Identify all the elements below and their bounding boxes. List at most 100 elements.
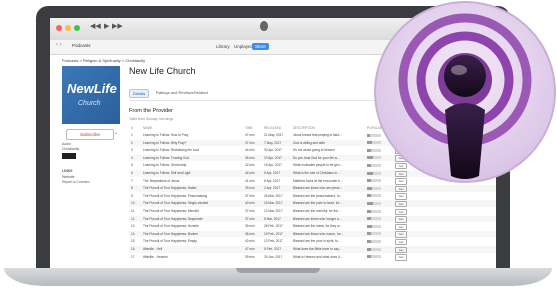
artwork-line1: NewLife — [67, 81, 117, 96]
episode-time: 44 min — [245, 171, 255, 175]
episode-time: 40 min — [245, 239, 255, 244]
table-row[interactable]: 11 The Pursuit of True Happiness: Mercifu… — [129, 208, 496, 215]
episode-time: 47 min — [245, 140, 255, 145]
episode-released: 5 Feb, 2017 — [264, 247, 282, 251]
episode-description: Jesus knows that praying is hard... — [293, 133, 342, 137]
table-row[interactable]: 13 The Pursuit of True Happiness: Humble 3… — [129, 223, 496, 231]
table-row[interactable]: 15 The Pursuit of True Happiness: Empty 40… — [129, 238, 496, 246]
episode-description: God is willing and able — [293, 140, 325, 145]
minimize-button[interactable] — [65, 25, 71, 31]
episode-released: 7 May, 2017 — [264, 140, 282, 145]
podcast-artwork: NewLife Church — [62, 66, 120, 124]
col-description[interactable]: DESCRIPTION — [293, 126, 315, 130]
episode-description: Matthew looks at the encounter b... — [293, 178, 343, 183]
get-button[interactable]: Get — [395, 216, 407, 223]
table-row[interactable]: 17 Afterlife - Heaven 39 min 29 Jan, 2017 Wh… — [129, 254, 496, 261]
rewind-icon[interactable]: ◀◀ — [90, 22, 101, 30]
breadcrumb[interactable]: Podcasts > Religion & Spirituality > Chr… — [62, 58, 145, 63]
get-button[interactable]: Get — [395, 238, 407, 246]
table-row[interactable]: 9 The Pursuit of True Happiness: Peacemak… — [129, 193, 496, 200]
episode-number: 10 — [131, 201, 135, 206]
episode-time: 37 min — [245, 193, 255, 198]
episode-number: 6 — [131, 171, 133, 175]
episode-name: The Pursuit of True Happiness: Merciful — [143, 209, 199, 213]
laptop-notch — [236, 268, 320, 273]
get-button[interactable]: Get — [395, 246, 407, 253]
artwork-line2: Church — [78, 100, 101, 107]
episode-name: Learning to Follow: Generosity — [143, 163, 187, 168]
episode-number: 1 — [131, 133, 133, 137]
episode-released: 5 Mar, 2017 — [264, 216, 281, 221]
episode-released: 29 Jan, 2017 — [264, 254, 283, 259]
episode-number: 2 — [131, 140, 133, 145]
tab-library[interactable]: Library — [213, 43, 233, 50]
col-num[interactable]: # — [131, 126, 133, 130]
close-button[interactable] — [56, 25, 62, 31]
episode-number: 7 — [131, 178, 133, 183]
episode-name: The Pursuit of True Happiness: Hated — [143, 186, 197, 191]
episode-description: What does the Bible have to say... — [293, 247, 342, 251]
episode-name: Learning to Follow: How to Pray — [143, 133, 189, 137]
episode-name: The Pursuit of True Happiness: Empty — [143, 239, 197, 244]
episode-description: Blessed are the poor in spirit, fo... — [293, 239, 341, 244]
episode-time: 39 min — [245, 186, 255, 191]
popularity-bar — [367, 224, 381, 228]
get-button[interactable]: Get — [395, 200, 407, 208]
episode-released: 2 Apr, 2017 — [264, 186, 281, 191]
episode-time: 36 min — [245, 231, 255, 236]
episode-released: 21 May, 2017 — [264, 133, 284, 137]
episode-time: 41 min — [245, 178, 255, 183]
zoom-button[interactable] — [74, 25, 80, 31]
episode-description: Blessed are the merciful, for the... — [293, 209, 341, 213]
get-button[interactable]: Get — [395, 223, 407, 231]
episode-name: Learning to Follow: Trusting God — [143, 155, 190, 160]
tab-details[interactable]: Details — [129, 89, 150, 98]
get-button[interactable]: Get — [395, 208, 407, 215]
popularity-bar — [367, 247, 381, 251]
episode-number: 15 — [131, 239, 135, 244]
tab-store[interactable]: Store — [252, 43, 269, 50]
episode-time: 47 min — [245, 247, 255, 251]
col-time[interactable]: TIME — [245, 126, 253, 130]
tab-related[interactable]: Related — [191, 89, 211, 96]
get-button[interactable]: Get — [395, 185, 407, 193]
episode-time: 47 min — [245, 133, 255, 137]
apple-icon — [260, 21, 268, 31]
get-button[interactable]: Get — [395, 231, 407, 238]
table-row[interactable]: 8 The Pursuit of True Happiness: Hated 39 … — [129, 185, 496, 193]
get-button[interactable]: Get — [395, 193, 407, 200]
section-subtitle: Talks from Sunday mornings — [129, 117, 174, 121]
episode-name: Learning to Follow: Self and Light — [143, 171, 191, 175]
table-row[interactable]: 10 The Pursuit of True Happiness: Single-… — [129, 200, 496, 208]
episode-name: The Pursuit of True Happiness: Desperate — [143, 216, 203, 221]
episode-released: 9 Apr, 2017 — [264, 171, 281, 175]
episode-description: It's not about going to heaven — [293, 148, 335, 153]
episode-description: What is Heaven and what does it... — [293, 254, 343, 259]
episode-released: 12 Mar, 2017 — [264, 209, 283, 213]
col-name[interactable]: NAME — [143, 126, 152, 130]
episode-description: Blessed are those who hunger a... — [293, 216, 342, 221]
fastforward-icon[interactable]: ▶▶ — [112, 22, 123, 30]
episode-name: The Pursuit of True Happiness: Humble — [143, 224, 199, 229]
table-row[interactable]: 12 The Pursuit of True Happiness: Despera… — [129, 215, 496, 223]
episode-number: 16 — [131, 247, 135, 251]
episode-name: The Pursuit of True Happiness: Peacemaki… — [143, 193, 208, 198]
episode-description: Blessed are those who mourn, for... — [293, 231, 344, 236]
media-selector[interactable]: Podcasts — [72, 43, 91, 48]
popularity-bar — [367, 194, 381, 198]
popularity-bar — [367, 209, 381, 213]
table-row[interactable]: 16 Afterlife - Hell 47 min 5 Feb, 2017 What … — [129, 246, 496, 253]
get-button[interactable]: Get — [395, 254, 407, 261]
back-icon[interactable]: ‹ › — [56, 42, 62, 48]
col-released[interactable]: RELEASED — [264, 126, 281, 130]
table-row[interactable]: 14 The Pursuit of True Happiness: Broken 3… — [129, 230, 496, 238]
episode-time: 37 min — [245, 209, 255, 213]
episode-number: 13 — [131, 224, 135, 229]
episode-name: Afterlife - Heaven — [143, 254, 168, 259]
play-icon[interactable]: ▶ — [104, 22, 109, 30]
episode-name: Afterlife - Hell — [143, 247, 163, 251]
popularity-bar — [367, 232, 381, 236]
episode-time: 39 min — [245, 224, 255, 229]
episode-released: 26 Mar, 2017 — [264, 193, 283, 198]
episode-number: 12 — [131, 216, 135, 221]
